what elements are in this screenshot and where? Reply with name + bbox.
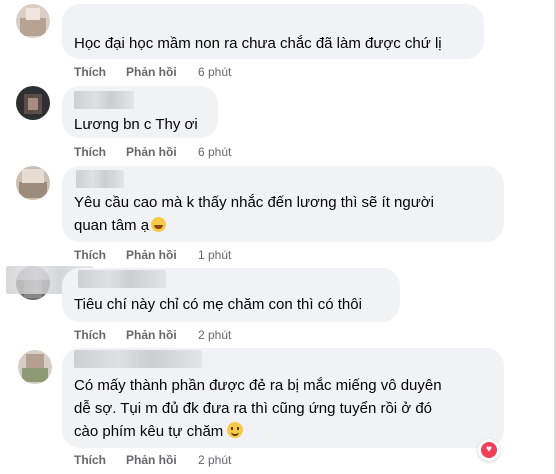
avatar[interactable] — [16, 86, 50, 120]
comment-text: Tiêu chí này chỉ có mẹ chăm con thì có t… — [74, 296, 362, 313]
like-button[interactable]: Thích — [74, 144, 126, 160]
rolling-laugh-emoji-icon — [151, 217, 167, 232]
comment-timestamp[interactable]: 2 phút — [198, 452, 231, 468]
comment-actions: Thích Phản hồi 6 phút — [74, 64, 231, 80]
comment-timestamp[interactable]: 1 phút — [198, 247, 231, 263]
avatar[interactable] — [18, 350, 52, 384]
comment-text: Có mấy thành phần được đẻ ra bị mắc miến… — [74, 377, 442, 394]
comment-timestamp[interactable]: 6 phút — [198, 64, 231, 80]
heart-reaction-badge[interactable]: ♥ — [478, 439, 500, 461]
comment-actions: Thích Phản hồi 1 phút — [74, 247, 231, 263]
reply-button[interactable]: Phản hồi — [126, 64, 198, 80]
comment-timestamp[interactable]: 2 phút — [198, 327, 231, 343]
smile-emoji-icon — [227, 422, 244, 438]
comment-text: Lương bn c Thy ơi — [74, 116, 198, 133]
reply-button[interactable]: Phản hồi — [126, 144, 198, 160]
comment-actions: Thích Phản hồi 2 phút — [74, 452, 231, 468]
comment-text: cào phím kêu tự chăm — [74, 423, 224, 440]
comment-text: quan tâm ạ — [74, 217, 150, 234]
like-button[interactable]: Thích — [74, 247, 126, 263]
commenter-name-blurred[interactable] — [76, 170, 124, 188]
avatar[interactable] — [16, 4, 50, 38]
reply-button[interactable]: Phản hồi — [126, 452, 198, 468]
commenter-name-blurred[interactable] — [78, 270, 166, 288]
comment-text-line-3: cào phím kêu tự chăm — [74, 420, 244, 443]
avatar[interactable] — [16, 166, 50, 200]
comment-text: Học đại học mầm non ra chưa chắc đã làm … — [74, 35, 442, 52]
comment-actions: Thích Phản hồi 6 phút — [74, 144, 231, 160]
comment-timestamp[interactable]: 6 phút — [198, 144, 231, 160]
reply-button[interactable]: Phản hồi — [126, 247, 198, 263]
commenter-name-blurred[interactable] — [74, 91, 134, 109]
comment-actions: Thích Phản hồi 2 phút — [74, 327, 231, 343]
like-button[interactable]: Thích — [74, 452, 126, 468]
comment-text: Yêu cầu cao mà k thấy nhắc đến lương thì… — [74, 194, 434, 211]
comment-text-line-2: quan tâm ạ — [74, 214, 167, 237]
commenter-name-blurred[interactable] — [74, 350, 202, 368]
like-button[interactable]: Thích — [74, 327, 126, 343]
reply-button[interactable]: Phản hồi — [126, 327, 198, 343]
comment-text: dễ sợ. Tụi m đủ đk đưa ra thì cũng ứng t… — [74, 400, 433, 417]
heart-icon: ♥ — [481, 442, 497, 458]
like-button[interactable]: Thích — [74, 64, 126, 80]
